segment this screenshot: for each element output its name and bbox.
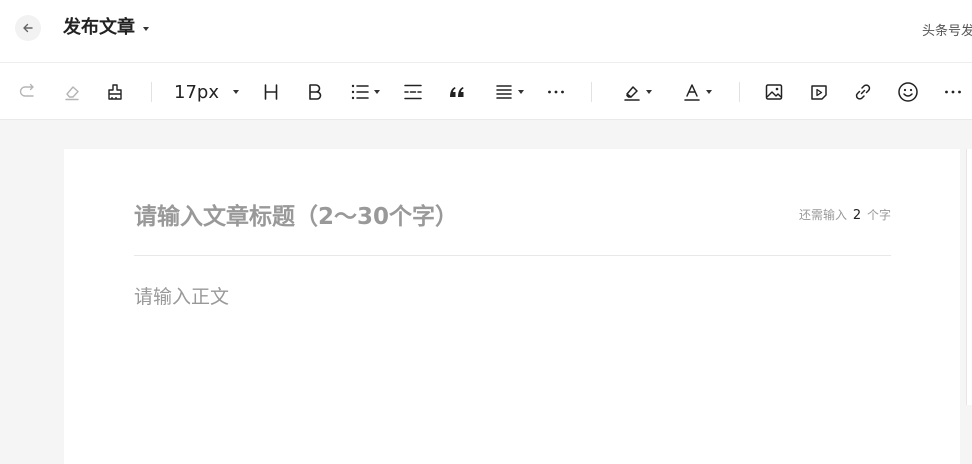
arrow-left-icon [23,23,33,33]
font-size-value: 17px [174,81,219,103]
redo-icon [19,83,34,97]
more-format-button[interactable] [545,79,567,105]
emoji-icon [898,82,918,102]
font-size-select[interactable]: 17px [174,79,240,105]
account-link[interactable]: 头条号发 [922,20,972,39]
heading-button[interactable] [260,79,282,105]
toolbar-divider [151,82,152,102]
top-bar: 发布文章 头条号发 [0,0,972,62]
align-button[interactable] [492,79,526,105]
side-panel-edge [966,149,972,405]
align-icon [496,85,512,99]
page-title-dropdown[interactable]: 发布文章 [63,16,149,40]
image-icon [765,84,783,100]
list-button[interactable] [348,79,382,105]
video-icon [811,85,827,100]
editor-toolbar: 17px [0,62,972,120]
toolbar-divider [591,82,592,102]
insert-image-button[interactable] [763,79,785,105]
article-body-input[interactable]: 请输入正文 [134,282,229,309]
bold-icon [309,84,322,100]
highlight-button[interactable] [619,79,655,105]
highlighter-icon [624,86,640,101]
chevron-down-icon [232,90,239,94]
format-painter-button[interactable] [104,79,126,105]
redo-button[interactable] [17,79,39,105]
count-suffix: 个字 [866,208,891,222]
insert-link-button[interactable] [852,79,874,105]
title-divider [134,255,891,256]
bold-button[interactable] [304,79,326,105]
more-icon [548,90,564,94]
page-title: 发布文章 [63,17,135,38]
toolbar-divider [739,82,740,102]
quote-button[interactable] [446,79,468,105]
heading-icon [264,84,278,100]
quote-icon [450,87,464,97]
chevron-down-icon [518,90,524,94]
eraser-icon [65,86,79,101]
clear-format-button[interactable] [61,79,83,105]
font-color-button[interactable] [679,79,715,105]
font-color-icon [684,84,700,101]
more-icon [945,90,961,94]
back-button[interactable] [15,15,41,41]
divider-line-button[interactable] [402,79,424,105]
title-char-count: 还需输入 2 个字 [799,206,891,223]
list-icon [351,84,369,100]
chevron-down-icon [143,27,149,31]
chevron-down-icon [646,90,652,94]
count-value: 2 [852,208,862,223]
article-title-input[interactable]: 请输入文章标题（2～30个字） [134,197,458,231]
count-prefix: 还需输入 [799,208,848,222]
divider-line-icon [404,84,422,100]
chevron-down-icon [374,90,380,94]
format-painter-icon [108,84,122,100]
insert-emoji-button[interactable] [897,79,919,105]
link-icon [855,84,871,100]
insert-video-button[interactable] [808,79,830,105]
chevron-down-icon [706,90,712,94]
more-insert-button[interactable] [942,79,964,105]
